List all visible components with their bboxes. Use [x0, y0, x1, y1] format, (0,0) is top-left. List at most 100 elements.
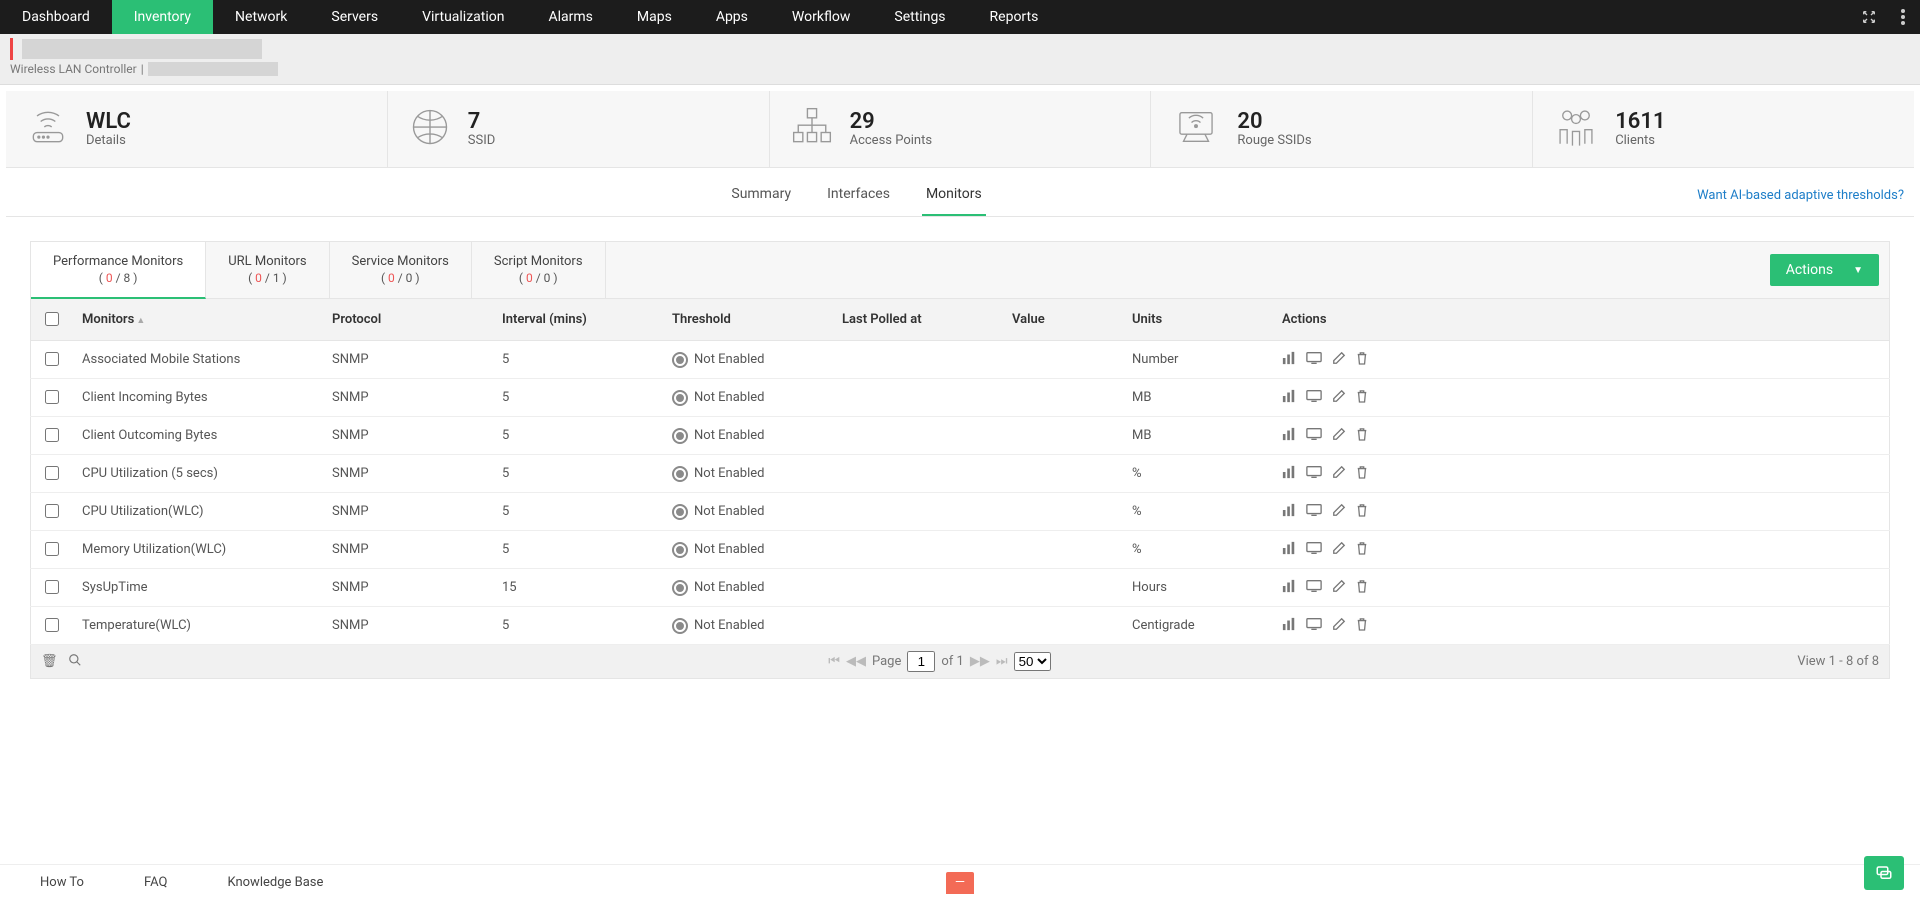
- delete-icon[interactable]: 🗑: [41, 654, 58, 669]
- monitor-interval: 5: [492, 455, 662, 493]
- monitor-icon[interactable]: [1306, 389, 1322, 407]
- monitor-name[interactable]: Memory Utilization(WLC): [72, 531, 322, 569]
- monitor-name[interactable]: Temperature(WLC): [72, 607, 322, 645]
- monitor-icon[interactable]: [1306, 617, 1322, 635]
- column-header[interactable]: Value: [1002, 299, 1122, 341]
- bottom-link-howto[interactable]: How To: [40, 875, 84, 890]
- column-header[interactable]: Last Polled at: [832, 299, 1002, 341]
- edit-icon[interactable]: [1332, 465, 1346, 483]
- trash-icon[interactable]: [1356, 617, 1368, 635]
- first-page-icon[interactable]: ⏮: [828, 654, 840, 669]
- trash-icon[interactable]: [1356, 351, 1368, 369]
- monitor-name[interactable]: SysUpTime: [72, 569, 322, 607]
- monitor-tab-3[interactable]: Script Monitors( 0 / 0 ): [472, 242, 606, 298]
- column-header[interactable]: Protocol: [322, 299, 492, 341]
- trash-icon[interactable]: [1356, 465, 1368, 483]
- bottom-minimize-badge[interactable]: —: [946, 872, 974, 894]
- monitor-name[interactable]: CPU Utilization (5 secs): [72, 455, 322, 493]
- monitor-icon[interactable]: [1306, 541, 1322, 559]
- row-checkbox[interactable]: [45, 428, 59, 442]
- page-size-select[interactable]: 50: [1014, 652, 1051, 671]
- page-input[interactable]: [907, 651, 935, 672]
- nav-item-maps[interactable]: Maps: [615, 0, 694, 34]
- collapse-icon[interactable]: [1852, 0, 1886, 34]
- chart-icon[interactable]: [1282, 579, 1296, 597]
- subtab-monitors[interactable]: Monitors: [922, 174, 986, 216]
- select-all-checkbox[interactable]: [45, 312, 59, 326]
- edit-icon[interactable]: [1332, 351, 1346, 369]
- monitor-icon[interactable]: [1306, 427, 1322, 445]
- next-page-icon[interactable]: ▶▶: [970, 654, 990, 669]
- chart-icon[interactable]: [1282, 541, 1296, 559]
- prev-page-icon[interactable]: ◀◀: [846, 654, 866, 669]
- trash-icon[interactable]: [1356, 541, 1368, 559]
- stat-card-3[interactable]: 20 Rouge SSIDs: [1151, 91, 1533, 167]
- chart-icon[interactable]: [1282, 617, 1296, 635]
- edit-icon[interactable]: [1332, 579, 1346, 597]
- nav-item-inventory[interactable]: Inventory: [112, 0, 213, 34]
- monitor-name[interactable]: Client Incoming Bytes: [72, 379, 322, 417]
- monitor-tab-1[interactable]: URL Monitors( 0 / 1 ): [206, 242, 329, 298]
- monitor-icon[interactable]: [1306, 465, 1322, 483]
- nav-item-reports[interactable]: Reports: [968, 0, 1061, 34]
- trash-icon[interactable]: [1356, 579, 1368, 597]
- column-header[interactable]: Units: [1122, 299, 1272, 341]
- monitor-name[interactable]: Associated Mobile Stations: [72, 341, 322, 379]
- chart-icon[interactable]: [1282, 427, 1296, 445]
- row-checkbox[interactable]: [45, 542, 59, 556]
- edit-icon[interactable]: [1332, 389, 1346, 407]
- subtab-summary[interactable]: Summary: [727, 174, 795, 216]
- breadcrumb-bar: Wireless LAN Controller |: [0, 34, 1920, 85]
- row-checkbox[interactable]: [45, 618, 59, 632]
- column-header[interactable]: Actions: [1272, 299, 1890, 341]
- monitor-tab-0[interactable]: Performance Monitors( 0 / 8 ): [31, 242, 206, 299]
- row-checkbox[interactable]: [45, 466, 59, 480]
- chat-fab[interactable]: [1864, 856, 1904, 890]
- table-row: Associated Mobile Stations SNMP 5 Not En…: [31, 341, 1890, 379]
- chart-icon[interactable]: [1282, 503, 1296, 521]
- actions-button[interactable]: Actions ▼: [1770, 254, 1879, 286]
- more-icon[interactable]: [1886, 0, 1920, 34]
- edit-icon[interactable]: [1332, 541, 1346, 559]
- search-icon[interactable]: [68, 653, 82, 671]
- chart-icon[interactable]: [1282, 351, 1296, 369]
- stat-card-4[interactable]: 1611 Clients: [1533, 91, 1914, 167]
- row-checkbox[interactable]: [45, 390, 59, 404]
- monitor-tab-2[interactable]: Service Monitors( 0 / 0 ): [330, 242, 472, 298]
- trash-icon[interactable]: [1356, 427, 1368, 445]
- column-header[interactable]: Monitors▲: [72, 299, 322, 341]
- nav-item-dashboard[interactable]: Dashboard: [0, 0, 112, 34]
- last-page-icon[interactable]: ⏭: [996, 654, 1008, 669]
- chart-icon[interactable]: [1282, 389, 1296, 407]
- bottom-link-faq[interactable]: FAQ: [144, 875, 167, 890]
- edit-icon[interactable]: [1332, 617, 1346, 635]
- row-checkbox[interactable]: [45, 352, 59, 366]
- column-header[interactable]: Threshold: [662, 299, 832, 341]
- trash-icon[interactable]: [1356, 503, 1368, 521]
- bottom-link-kb[interactable]: Knowledge Base: [227, 875, 323, 890]
- stat-card-1[interactable]: 7 SSID: [388, 91, 770, 167]
- stat-card-2[interactable]: 29 Access Points: [770, 91, 1152, 167]
- row-checkbox[interactable]: [45, 580, 59, 594]
- monitor-icon[interactable]: [1306, 579, 1322, 597]
- monitor-icon[interactable]: [1306, 351, 1322, 369]
- nav-item-network[interactable]: Network: [213, 0, 309, 34]
- nav-item-settings[interactable]: Settings: [872, 0, 967, 34]
- nav-item-servers[interactable]: Servers: [309, 0, 400, 34]
- nav-item-apps[interactable]: Apps: [694, 0, 770, 34]
- row-checkbox[interactable]: [45, 504, 59, 518]
- ai-thresholds-link[interactable]: Want AI-based adaptive thresholds?: [1697, 188, 1904, 203]
- chart-icon[interactable]: [1282, 465, 1296, 483]
- nav-item-workflow[interactable]: Workflow: [770, 0, 873, 34]
- column-header[interactable]: Interval (mins): [492, 299, 662, 341]
- edit-icon[interactable]: [1332, 427, 1346, 445]
- nav-item-virtualization[interactable]: Virtualization: [400, 0, 526, 34]
- trash-icon[interactable]: [1356, 389, 1368, 407]
- nav-item-alarms[interactable]: Alarms: [526, 0, 614, 34]
- edit-icon[interactable]: [1332, 503, 1346, 521]
- subtab-interfaces[interactable]: Interfaces: [823, 174, 894, 216]
- monitor-icon[interactable]: [1306, 503, 1322, 521]
- monitor-name[interactable]: Client Outcoming Bytes: [72, 417, 322, 455]
- stat-card-0[interactable]: WLC Details: [6, 91, 388, 167]
- monitor-name[interactable]: CPU Utilization(WLC): [72, 493, 322, 531]
